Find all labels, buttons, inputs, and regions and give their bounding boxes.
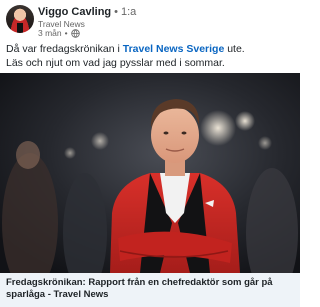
post-text-prefix: Då var fredagskrönikan i — [6, 43, 123, 55]
author-name-line: Viggo Cavling • 1:a — [38, 6, 136, 18]
post-text-line-2: Läs och njut om vad jag pysslar med i so… — [6, 57, 225, 69]
article-title-line-2: sparlåga - Travel News — [6, 289, 109, 300]
separator-dot: • — [114, 6, 118, 18]
post-text-line-1: Då var fredagskrönikan i Travel News Sve… — [6, 42, 294, 56]
author-name[interactable]: Viggo Cavling — [38, 6, 111, 18]
connection-degree: 1:a — [121, 6, 137, 18]
company-mention-link[interactable]: Travel News Sverige — [123, 43, 225, 55]
post-text: Då var fredagskrönikan i Travel News Sve… — [6, 42, 294, 70]
separator-dot: • — [64, 28, 68, 38]
article-title-line-1: Fredagskrönikan: Rapport från en chefred… — [6, 277, 273, 288]
post-meta: 3 mån • — [38, 28, 80, 38]
globe-icon — [70, 28, 80, 38]
post-header: Viggo Cavling • 1:a Travel News 3 mån • — [4, 4, 296, 40]
post-time: 3 mån — [38, 28, 62, 38]
article-photo — [0, 73, 300, 273]
article-link-card[interactable]: Fredagskrönikan: Rapport från en chefred… — [0, 273, 300, 307]
author-avatar[interactable] — [6, 5, 34, 33]
post-image[interactable] — [0, 73, 300, 273]
post-text-suffix: ute. — [224, 43, 245, 55]
